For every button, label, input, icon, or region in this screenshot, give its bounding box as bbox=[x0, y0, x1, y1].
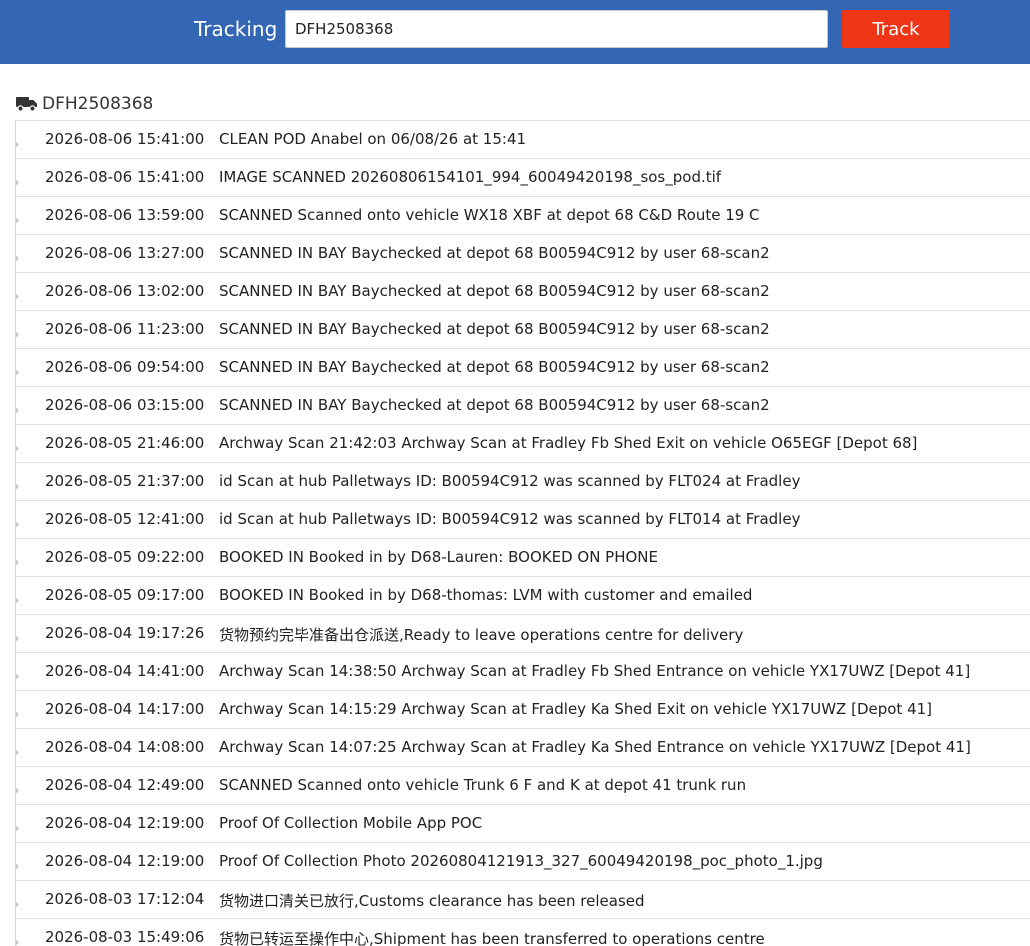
event-timestamp: 2026-08-04 12:19:00 bbox=[45, 852, 205, 870]
list-item: 2026-08-04 14:41:00 Archway Scan 14:38:50… bbox=[16, 652, 1030, 690]
header-bar: Tracking Track bbox=[0, 0, 1030, 64]
list-item: 2026-08-06 13:02:00 SCANNED IN BAY Bayche… bbox=[16, 272, 1030, 310]
event-timestamp: 2026-08-05 21:46:00 bbox=[45, 434, 205, 452]
timeline-dot-icon bbox=[16, 406, 20, 415]
event-timestamp: 2026-08-05 09:22:00 bbox=[45, 548, 205, 566]
event-timestamp: 2026-08-06 13:59:00 bbox=[45, 206, 205, 224]
event-description: 货物预约完毕准备出仓派送,Ready to leave operations c… bbox=[219, 626, 744, 644]
list-item: 2026-08-05 12:41:00 id Scan at hub Pallet… bbox=[16, 500, 1030, 538]
event-description: SCANNED Scanned onto vehicle WX18 XBF at… bbox=[219, 206, 760, 224]
result-tracking-number: DFH2508368 bbox=[42, 94, 154, 114]
timeline-dot-icon bbox=[16, 900, 20, 909]
timeline-dot-icon bbox=[16, 748, 20, 757]
timeline-dot-icon bbox=[16, 938, 20, 946]
result-header: DFH2508368 bbox=[16, 92, 153, 116]
timeline-dot-icon bbox=[16, 786, 20, 795]
event-timestamp: 2026-08-04 14:08:00 bbox=[45, 738, 205, 756]
timeline-dot-icon bbox=[16, 368, 20, 377]
event-description: SCANNED IN BAY Baychecked at depot 68 B0… bbox=[219, 244, 770, 262]
list-item: 2026-08-06 09:54:00 SCANNED IN BAY Bayche… bbox=[16, 348, 1030, 386]
event-description: id Scan at hub Palletways ID: B00594C912… bbox=[219, 510, 801, 528]
list-item: 2026-08-06 03:15:00 SCANNED IN BAY Bayche… bbox=[16, 386, 1030, 424]
list-item: 2026-08-04 12:19:00 Proof Of Collection P… bbox=[16, 842, 1030, 880]
list-item: 2026-08-06 15:41:00 CLEAN POD Anabel on 0… bbox=[16, 120, 1030, 158]
event-description: Archway Scan 14:38:50 Archway Scan at Fr… bbox=[219, 662, 971, 680]
list-item: 2026-08-04 19:17:26 货物预约完毕准备出仓派送,Ready to… bbox=[16, 614, 1030, 652]
list-item: 2026-08-04 12:49:00 SCANNED Scanned onto … bbox=[16, 766, 1030, 804]
event-timestamp: 2026-08-06 15:41:00 bbox=[45, 168, 205, 186]
list-item: 2026-08-05 09:17:00 BOOKED IN Booked in b… bbox=[16, 576, 1030, 614]
event-timestamp: 2026-08-06 13:27:00 bbox=[45, 244, 205, 262]
event-description: SCANNED IN BAY Baychecked at depot 68 B0… bbox=[219, 396, 770, 414]
timeline-dot-icon bbox=[16, 596, 20, 605]
event-timestamp: 2026-08-05 12:41:00 bbox=[45, 510, 205, 528]
event-description: IMAGE SCANNED 20260806154101_994_6004942… bbox=[219, 168, 722, 186]
list-item: 2026-08-04 14:08:00 Archway Scan 14:07:25… bbox=[16, 728, 1030, 766]
timeline-dot-icon bbox=[16, 216, 20, 225]
list-item: 2026-08-04 14:17:00 Archway Scan 14:15:29… bbox=[16, 690, 1030, 728]
event-timestamp: 2026-08-04 19:17:26 bbox=[45, 624, 205, 642]
timeline-dot-icon bbox=[16, 558, 20, 567]
tracking-events-list: 2026-08-06 15:41:00 CLEAN POD Anabel on 0… bbox=[15, 120, 1030, 946]
event-timestamp: 2026-08-04 14:17:00 bbox=[45, 700, 205, 718]
event-timestamp: 2026-08-06 09:54:00 bbox=[45, 358, 205, 376]
event-description: SCANNED IN BAY Baychecked at depot 68 B0… bbox=[219, 282, 770, 300]
event-description: SCANNED Scanned onto vehicle Trunk 6 F a… bbox=[219, 776, 747, 794]
track-button[interactable]: Track bbox=[842, 10, 950, 48]
event-description: Proof Of Collection Mobile App POC bbox=[219, 814, 483, 832]
event-description: Archway Scan 14:07:25 Archway Scan at Fr… bbox=[219, 738, 971, 756]
event-description: 货物已转运至操作中心,Shipment has been transferred… bbox=[219, 930, 765, 946]
list-item: 2026-08-05 09:22:00 BOOKED IN Booked in b… bbox=[16, 538, 1030, 576]
event-description: Archway Scan 21:42:03 Archway Scan at Fr… bbox=[219, 434, 918, 452]
event-description: Proof Of Collection Photo 20260804121913… bbox=[219, 852, 823, 870]
list-item: 2026-08-06 11:23:00 SCANNED IN BAY Bayche… bbox=[16, 310, 1030, 348]
event-timestamp: 2026-08-05 09:17:00 bbox=[45, 586, 205, 604]
event-description: Archway Scan 14:15:29 Archway Scan at Fr… bbox=[219, 700, 933, 718]
event-timestamp: 2026-08-05 21:37:00 bbox=[45, 472, 205, 490]
timeline-dot-icon bbox=[16, 634, 20, 643]
list-item: 2026-08-04 12:19:00 Proof Of Collection M… bbox=[16, 804, 1030, 842]
list-item: 2026-08-06 13:59:00 SCANNED Scanned onto … bbox=[16, 196, 1030, 234]
timeline-dot-icon bbox=[16, 482, 20, 491]
timeline-dot-icon bbox=[16, 444, 20, 453]
event-description: CLEAN POD Anabel on 06/08/26 at 15:41 bbox=[219, 130, 527, 148]
event-timestamp: 2026-08-06 13:02:00 bbox=[45, 282, 205, 300]
list-item: 2026-08-05 21:46:00 Archway Scan 21:42:03… bbox=[16, 424, 1030, 462]
event-timestamp: 2026-08-06 03:15:00 bbox=[45, 396, 205, 414]
event-timestamp: 2026-08-04 14:41:00 bbox=[45, 662, 205, 680]
event-timestamp: 2026-08-04 12:19:00 bbox=[45, 814, 205, 832]
list-item: 2026-08-03 15:49:06 货物已转运至操作中心,Shipment h… bbox=[16, 918, 1030, 946]
timeline-dot-icon bbox=[16, 330, 20, 339]
tracking-number-input[interactable] bbox=[285, 10, 828, 48]
timeline-dot-icon bbox=[16, 178, 20, 187]
tracking-label: Tracking bbox=[194, 17, 278, 41]
event-timestamp: 2026-08-06 15:41:00 bbox=[45, 130, 205, 148]
event-description: 货物进口清关已放行,Customs clearance has been rel… bbox=[219, 892, 645, 910]
list-item: 2026-08-05 21:37:00 id Scan at hub Pallet… bbox=[16, 462, 1030, 500]
timeline-dot-icon bbox=[16, 824, 20, 833]
timeline-dot-icon bbox=[16, 140, 20, 149]
list-item: 2026-08-06 13:27:00 SCANNED IN BAY Bayche… bbox=[16, 234, 1030, 272]
event-description: SCANNED IN BAY Baychecked at depot 68 B0… bbox=[219, 320, 770, 338]
timeline-dot-icon bbox=[16, 862, 20, 871]
list-item: 2026-08-03 17:12:04 货物进口清关已放行,Customs cle… bbox=[16, 880, 1030, 918]
list-item: 2026-08-06 15:41:00 IMAGE SCANNED 2026080… bbox=[16, 158, 1030, 196]
event-description: BOOKED IN Booked in by D68-thomas: LVM w… bbox=[219, 586, 753, 604]
timeline-dot-icon bbox=[16, 254, 20, 263]
timeline-dot-icon bbox=[16, 672, 20, 681]
timeline-dot-icon bbox=[16, 710, 20, 719]
event-timestamp: 2026-08-06 11:23:00 bbox=[45, 320, 205, 338]
event-description: BOOKED IN Booked in by D68-Lauren: BOOKE… bbox=[219, 548, 659, 566]
event-description: SCANNED IN BAY Baychecked at depot 68 B0… bbox=[219, 358, 770, 376]
event-timestamp: 2026-08-03 17:12:04 bbox=[45, 890, 205, 908]
timeline-dot-icon bbox=[16, 292, 20, 301]
truck-icon bbox=[16, 97, 37, 112]
timeline-dot-icon bbox=[16, 520, 20, 529]
event-timestamp: 2026-08-04 12:49:00 bbox=[45, 776, 205, 794]
event-description: id Scan at hub Palletways ID: B00594C912… bbox=[219, 472, 801, 490]
event-timestamp: 2026-08-03 15:49:06 bbox=[45, 928, 205, 946]
